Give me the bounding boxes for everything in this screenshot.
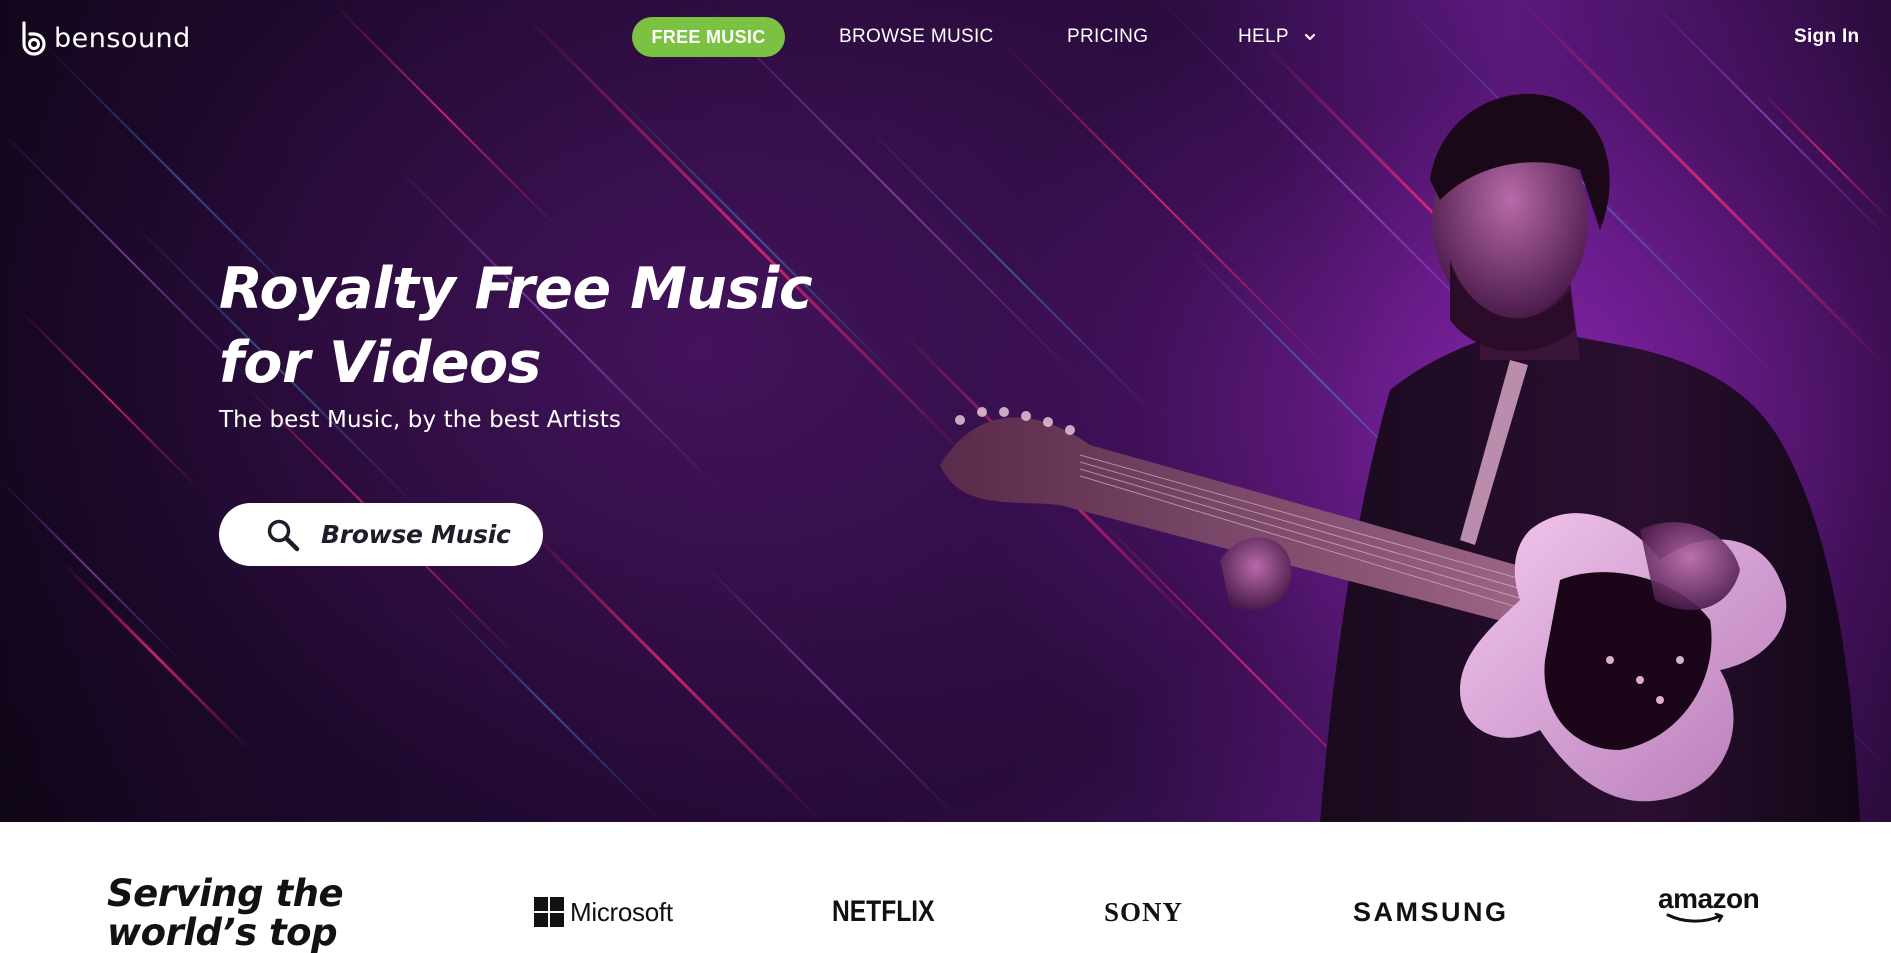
serving-heading: Serving the world’s top — [107, 874, 437, 952]
nav-help-label: HELP — [1238, 26, 1289, 47]
search-icon — [267, 519, 300, 551]
samsung-logo: SAMSUNG — [1353, 892, 1509, 932]
bensound-b-icon — [22, 21, 46, 56]
sony-logo: SONY — [1104, 892, 1183, 932]
hero-subtitle: The best Music, by the best Artists — [219, 407, 621, 433]
guitarist-image — [940, 93, 1860, 822]
nav-help[interactable]: HELP — [1238, 17, 1317, 57]
nav-pricing[interactable]: PRICING — [1067, 17, 1148, 57]
netflix-logo: NETFLIX — [832, 892, 957, 932]
serving-line2: world’s top — [107, 911, 338, 953]
logo-text: bensound — [54, 22, 191, 54]
browse-music-label: Browse Music — [321, 520, 511, 549]
nav-browse-music[interactable]: BROWSE MUSIC — [839, 17, 994, 57]
sony-text: SONY — [1104, 896, 1184, 927]
top-nav: bensound FREE MUSIC BROWSE MUSIC PRICING… — [0, 0, 1891, 74]
clients-strip: Serving the world’s top Microsoft NETFLI… — [0, 822, 1891, 953]
serving-line1: Serving the — [107, 872, 344, 915]
microsoft-windows-icon — [534, 897, 564, 927]
microsoft-logo: Microsoft — [534, 892, 673, 932]
amazon-logo: amazon — [1658, 883, 1760, 934]
hero-title-line2: for Videos — [219, 330, 542, 396]
amazon-text: amazon — [1658, 883, 1760, 914]
microsoft-text: Microsoft — [570, 896, 673, 927]
chevron-down-icon — [1304, 33, 1315, 41]
amazon-smile-icon — [1666, 912, 1724, 923]
netflix-text: NETFLIX — [832, 895, 935, 928]
hero-title: Royalty Free Music for Videos — [219, 252, 839, 400]
hero-banner: bensound FREE MUSIC BROWSE MUSIC PRICING… — [0, 0, 1891, 822]
sign-in-link[interactable]: Sign In — [1794, 17, 1859, 57]
nav-free-music[interactable]: FREE MUSIC — [632, 17, 785, 57]
hero-title-line1: Royalty Free Music — [219, 256, 813, 322]
bensound-logo[interactable]: bensound — [18, 20, 191, 56]
samsung-text: SAMSUNG — [1353, 896, 1509, 927]
browse-music-button[interactable]: Browse Music — [219, 503, 543, 566]
